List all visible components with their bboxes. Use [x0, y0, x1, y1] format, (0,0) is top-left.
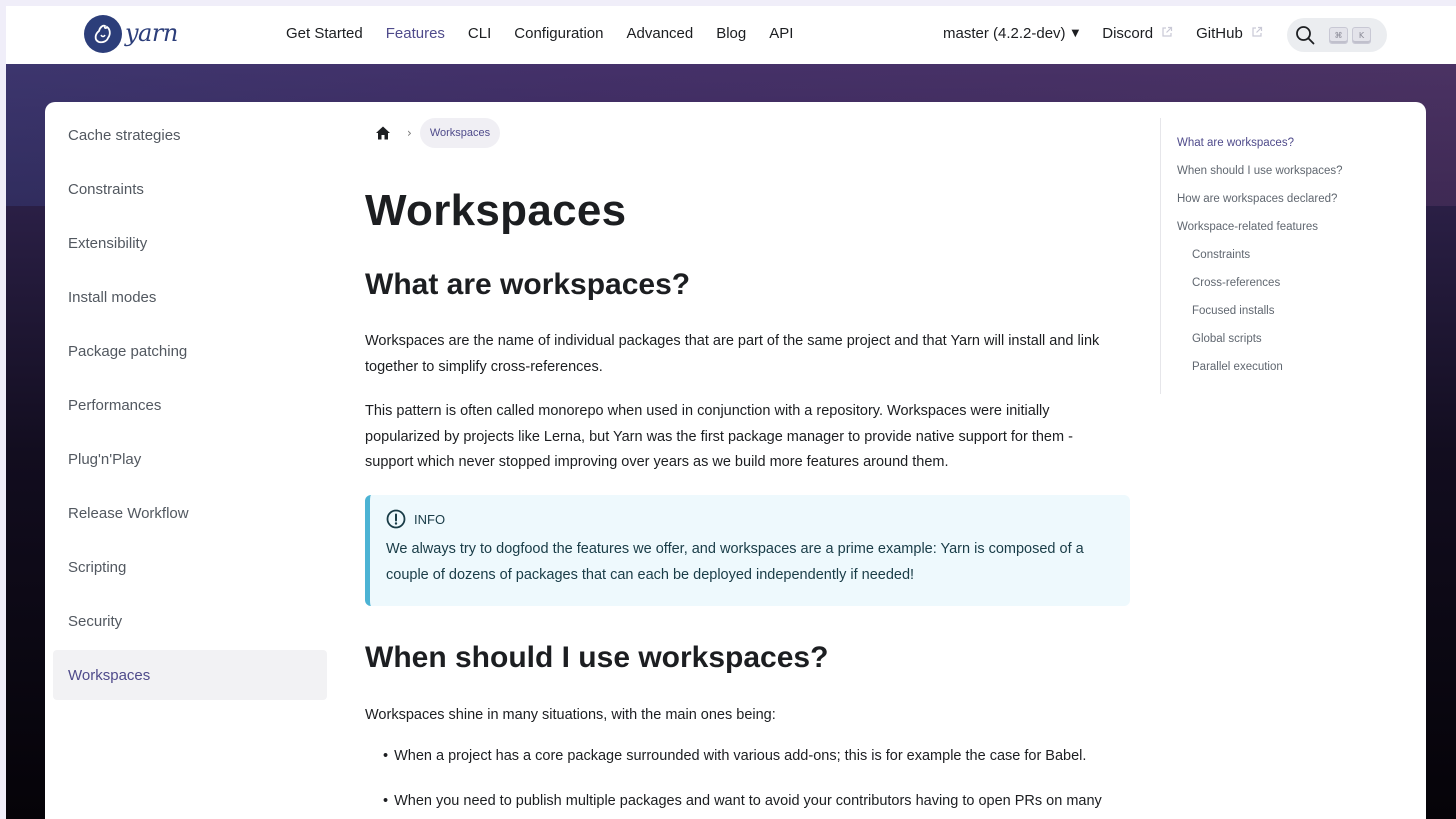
sidebar-item-package-patching[interactable]: Package patching	[53, 326, 327, 376]
nav-features[interactable]: Features	[386, 25, 445, 42]
admonition-heading: INFO	[386, 509, 1114, 529]
main-card: Cache strategies Constraints Extensibili…	[45, 102, 1426, 819]
toc-constraints[interactable]: Constraints	[1192, 249, 1250, 261]
chevron-right-icon: ›	[407, 126, 412, 140]
docs-sidebar: Cache strategies Constraints Extensibili…	[53, 102, 327, 700]
admonition-line: couple of dozens of packages that can ea…	[386, 566, 915, 583]
sidebar-item-performances[interactable]: Performances	[53, 380, 327, 430]
paragraph-line: This pattern is often called monorepo wh…	[365, 403, 1050, 419]
admonition-label: INFO	[414, 511, 446, 527]
paragraph-monorepo: This pattern is often called monorepo wh…	[365, 399, 1131, 476]
list-item-text: When you need to publish multiple packag…	[394, 793, 1102, 809]
external-link-icon	[1161, 26, 1173, 41]
bullet-dot: •	[383, 793, 389, 809]
sidebar-item-constraints[interactable]: Constraints	[53, 164, 327, 214]
breadcrumb: › Workspaces	[365, 118, 501, 148]
search-button[interactable]: ⌘ K	[1287, 18, 1387, 52]
nav-advanced[interactable]: Advanced	[627, 25, 694, 42]
info-icon	[386, 509, 406, 529]
admonition-line: We always try to dogfood the features we…	[386, 541, 1084, 557]
page-title: Workspaces	[365, 186, 627, 235]
sidebar-item-scripting[interactable]: Scripting	[53, 542, 327, 592]
nav-github[interactable]: GitHub	[1196, 25, 1243, 42]
nav-cli[interactable]: CLI	[468, 25, 491, 42]
sidebar-item-cache-strategies[interactable]: Cache strategies	[53, 110, 327, 160]
toc-when-should-i-use[interactable]: When should I use workspaces?	[1177, 165, 1343, 177]
caret-down-icon[interactable]: ▼	[1072, 28, 1080, 39]
logo-text: yarn	[125, 19, 178, 47]
yarn-cat-icon	[84, 15, 122, 53]
paragraph-line: popularized by projects like Lerna, but …	[365, 428, 1073, 445]
toc-what-are-workspaces[interactable]: What are workspaces?	[1177, 137, 1294, 149]
nav-configuration[interactable]: Configuration	[514, 25, 603, 42]
kbd-k-key: K	[1352, 26, 1371, 44]
paragraph-line: Workspaces are the name of individual pa…	[365, 333, 1100, 349]
list-item: • When you need to publish multiple packa…	[383, 793, 1133, 809]
admonition-body: We always try to dogfood the features we…	[386, 537, 1114, 588]
secondary-nav: master (4.2.2-dev) ▼ Discord GitHub	[943, 25, 1286, 42]
table-of-contents: What are workspaces? When should I use w…	[1160, 118, 1390, 394]
toc-global-scripts[interactable]: Global scripts	[1192, 333, 1262, 345]
nav-get-started[interactable]: Get Started	[286, 25, 363, 42]
toc-parallel-execution[interactable]: Parallel execution	[1192, 361, 1283, 373]
list-item-text: When a project has a core package surrou…	[394, 748, 1087, 764]
toc-how-declared[interactable]: How are workspaces declared?	[1177, 193, 1337, 205]
paragraph-line: support which never stopped improving ov…	[365, 454, 949, 470]
heading-when-should-i-use: When should I use workspaces?	[365, 641, 829, 674]
yarn-logo[interactable]: yarn	[84, 15, 178, 53]
list-item: • When a project has a core package surro…	[383, 748, 1133, 764]
page-frame: yarn Get Started Features CLI Configurat…	[6, 6, 1456, 819]
sidebar-item-install-modes[interactable]: Install modes	[53, 272, 327, 322]
external-link-icon	[1251, 26, 1263, 41]
home-icon[interactable]	[365, 118, 401, 148]
search-icon	[1295, 25, 1315, 45]
info-admonition: INFO We always try to dogfood the featur…	[365, 495, 1130, 606]
sidebar-item-plug-n-play[interactable]: Plug'n'Play	[53, 434, 327, 484]
sidebar-item-security[interactable]: Security	[53, 596, 327, 646]
sidebar-item-release-workflow[interactable]: Release Workflow	[53, 488, 327, 538]
version-dropdown[interactable]: master (4.2.2-dev)	[943, 25, 1066, 42]
kbd-cmd-key: ⌘	[1329, 26, 1348, 44]
top-navbar: yarn Get Started Features CLI Configurat…	[6, 6, 1456, 64]
bullet-dot: •	[383, 748, 389, 764]
paragraph-intro: Workspaces are the name of individual pa…	[365, 329, 1131, 380]
breadcrumb-current[interactable]: Workspaces	[419, 118, 501, 148]
nav-blog[interactable]: Blog	[716, 25, 746, 42]
sidebar-item-workspaces[interactable]: Workspaces	[53, 650, 327, 700]
nav-discord[interactable]: Discord	[1102, 25, 1153, 42]
primary-nav: Get Started Features CLI Configuration A…	[286, 25, 816, 42]
toc-workspace-features[interactable]: Workspace-related features	[1177, 221, 1318, 233]
heading-what-are-workspaces: What are workspaces?	[365, 268, 691, 301]
toc-cross-references[interactable]: Cross-references	[1192, 277, 1280, 289]
nav-api[interactable]: API	[769, 25, 793, 42]
paragraph-shine: Workspaces shine in many situations, wit…	[365, 707, 776, 723]
paragraph-line: together to simplify cross-references.	[365, 358, 603, 375]
sidebar-item-extensibility[interactable]: Extensibility	[53, 218, 327, 268]
toc-focused-installs[interactable]: Focused installs	[1192, 305, 1274, 317]
